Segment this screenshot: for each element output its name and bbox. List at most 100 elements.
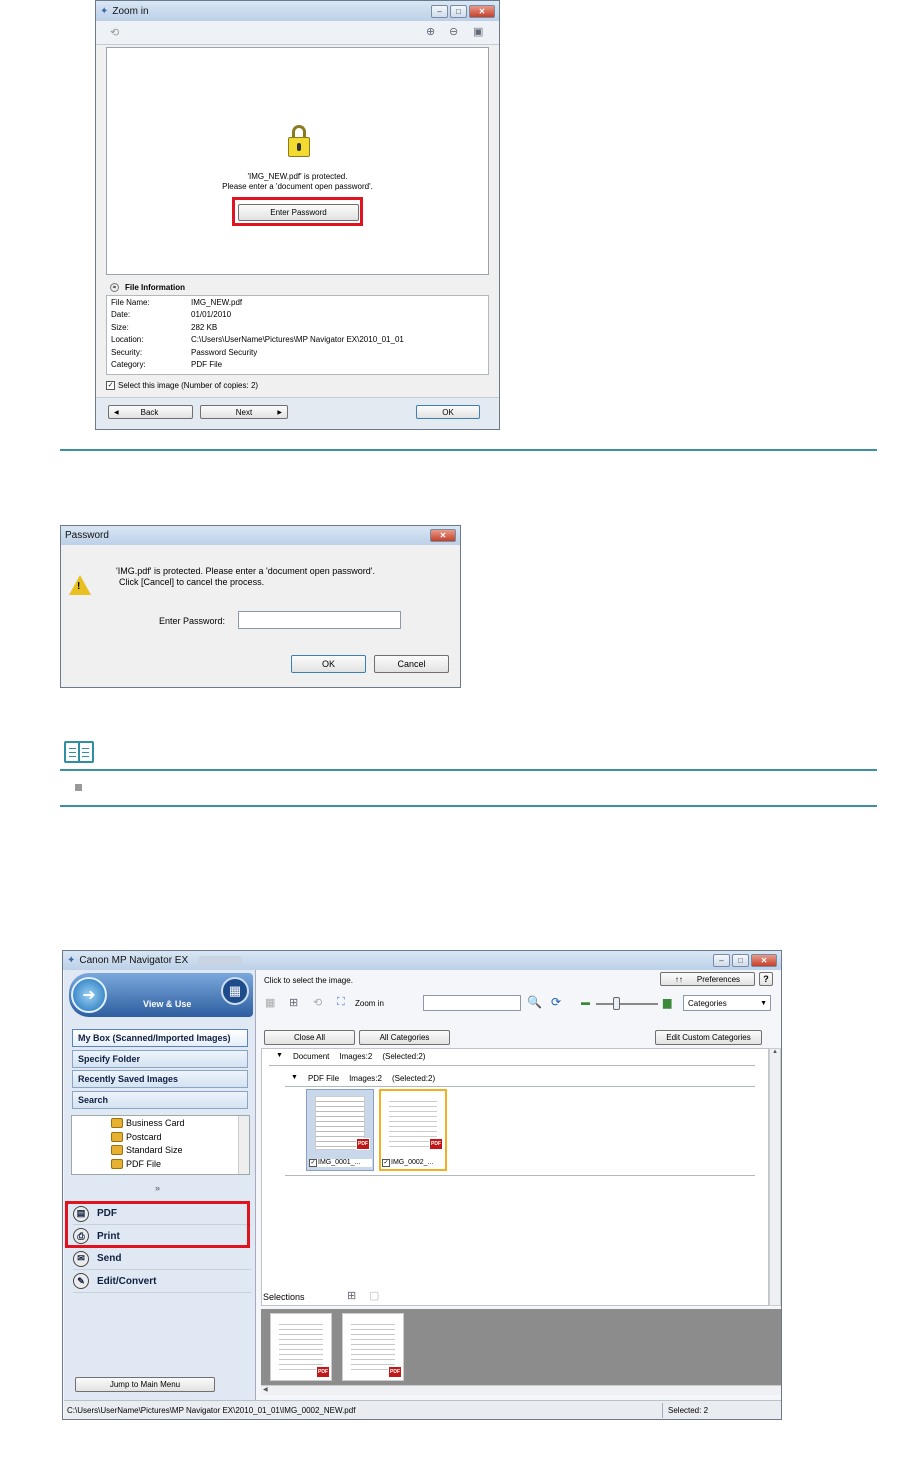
navigator-logo-icon: ➜: [71, 977, 107, 1013]
sidebar-item-1[interactable]: Specify Folder: [72, 1049, 248, 1068]
categories-dropdown[interactable]: Categories ▼: [683, 995, 771, 1011]
group-document[interactable]: ▼ Document Images:2 (Selected:2): [276, 1052, 425, 1061]
slider-thumb[interactable]: [613, 997, 620, 1010]
preferences-label: Preferences: [696, 974, 741, 984]
edit-custom-categories-button[interactable]: Edit Custom Categories: [655, 1030, 762, 1045]
dialog-message-2: Click [Cancel] to cancel the process.: [119, 577, 265, 587]
selections-tray: [261, 1309, 781, 1385]
checkbox-checked-icon[interactable]: ✓: [309, 1159, 317, 1167]
close-button[interactable]: ✕: [469, 4, 495, 18]
grid-view-icon[interactable]: ⊞: [289, 996, 298, 1009]
file-info-label: Security:: [111, 347, 143, 357]
note-divider-bottom: [60, 805, 877, 807]
nav-close-button[interactable]: ✕: [751, 954, 777, 967]
help-button[interactable]: ?: [759, 972, 773, 986]
expand-tasks-icon[interactable]: »: [155, 1183, 160, 1193]
selections-label: Selections: [263, 1292, 305, 1302]
tree-item[interactable]: PDF File: [111, 1158, 161, 1169]
expand-document-icon[interactable]: ▼: [276, 1052, 283, 1061]
password-input[interactable]: [238, 611, 401, 629]
tree-item[interactable]: Postcard: [111, 1131, 162, 1142]
status-path: C:\Users\UserName\Pictures\MP Navigator …: [67, 1406, 356, 1415]
folder-icon: [111, 1145, 123, 1155]
file-info-row: Category: PDF File: [111, 360, 486, 369]
image-list-scrollbar[interactable]: ▲: [769, 1048, 781, 1306]
horizontal-scrollbar[interactable]: ◀: [261, 1385, 781, 1395]
ok-button[interactable]: OK: [416, 405, 480, 419]
selection-thumb-2[interactable]: PDF: [342, 1313, 404, 1381]
refresh-icon[interactable]: ⟳: [551, 995, 561, 1009]
checkbox-checked-icon[interactable]: ✓: [382, 1159, 390, 1167]
file-info-row: Security: Password Security: [111, 348, 486, 357]
thumbnail-view-icon[interactable]: ▦: [265, 996, 275, 1009]
close-all-button[interactable]: Close All: [264, 1030, 355, 1045]
hint-text: Click to select the image.: [264, 976, 353, 985]
section-divider-1: [60, 449, 877, 451]
group-pdf[interactable]: ▼ PDF File Images:2 (Selected:2): [291, 1074, 435, 1083]
tree-item[interactable]: Business Card: [111, 1118, 185, 1128]
file-info-value: Password Security: [191, 347, 258, 357]
nav-maximize-button[interactable]: □: [732, 954, 749, 967]
task-edit-convert[interactable]: ✎ Edit/Convert: [73, 1271, 251, 1293]
jump-main-menu-button[interactable]: Jump to Main Menu: [75, 1377, 215, 1392]
selections-single-icon[interactable]: ▢: [369, 1289, 379, 1302]
nav-minimize-button[interactable]: –: [713, 954, 730, 967]
sidebar-item-3[interactable]: Search: [72, 1090, 248, 1109]
preview-area: [106, 47, 489, 275]
note-bullet-icon: [75, 784, 82, 791]
checkbox-checked-icon[interactable]: ✓: [106, 381, 115, 390]
all-categories-button[interactable]: All Categories: [359, 1030, 450, 1045]
dialog-ok-button[interactable]: OK: [291, 655, 366, 673]
rotate-icon[interactable]: ⟲: [110, 26, 119, 39]
tree-scrollbar[interactable]: [238, 1116, 249, 1174]
tree-item[interactable]: Standard Size: [111, 1145, 183, 1155]
expand-pdf-icon[interactable]: ▼: [291, 1074, 298, 1083]
zoom-toolbar: ⟲ ⊕ ⊖ ▣: [96, 21, 499, 45]
lock-icon: [288, 125, 310, 159]
selection-thumb-1[interactable]: PDF: [270, 1313, 332, 1381]
search-icon[interactable]: 🔍: [527, 995, 542, 1009]
dialog-cancel-button[interactable]: Cancel: [374, 655, 449, 673]
minimize-button[interactable]: –: [431, 4, 448, 18]
collapse-icon[interactable]: ≈: [110, 282, 119, 292]
password-dialog: Password ✕ ! 'IMG.pdf' is protected. Ple…: [60, 525, 461, 688]
navigator-window: ✦ Canon MP Navigator EX – □ ✕ ➜ View & Us…: [62, 950, 782, 1420]
task-send[interactable]: ✉ Send: [73, 1248, 251, 1270]
zoom-in-view-icon[interactable]: ⛶: [337, 996, 345, 1009]
rotate-view-icon[interactable]: ⟲: [313, 996, 322, 1009]
pdf-badge-icon: PDF: [316, 1366, 330, 1378]
task-label: Send: [97, 1253, 122, 1264]
chevron-down-icon: ▼: [760, 999, 767, 1007]
view-use-banner: ➜ View & Use ▦: [69, 973, 253, 1017]
select-image-label: Select this image (Number of copies: 2): [118, 381, 259, 390]
preferences-button[interactable]: ↑↑ Preferences: [660, 972, 755, 986]
highlight-pdf-print: [65, 1201, 250, 1248]
select-image-checkbox[interactable]: ✓ Select this image (Number of copies: 2…: [106, 381, 258, 390]
thumbnail-2[interactable]: PDF ✓ IMG_0002_...: [379, 1089, 447, 1171]
zoom-in-icon[interactable]: ⊕: [426, 25, 435, 38]
protected-message-2: Please enter a 'document open password'.: [222, 182, 373, 191]
thumbnail-size-slider[interactable]: [596, 1003, 658, 1005]
zoom-out-icon[interactable]: ⊖: [449, 25, 458, 38]
group-pdf-images: Images:2: [349, 1074, 382, 1083]
back-button[interactable]: ◀ Back: [108, 405, 193, 419]
sidebar-item-0[interactable]: My Box (Scanned/Imported Images): [72, 1029, 248, 1047]
protected-message-1: 'IMG_NEW.pdf' is protected.: [247, 172, 348, 181]
dialog-close-button[interactable]: ✕: [430, 529, 456, 542]
next-button[interactable]: Next ▶: [200, 405, 288, 419]
selections-grid-icon[interactable]: ⊞: [347, 1289, 356, 1302]
file-info-label: Size:: [111, 322, 129, 332]
thumbnail-2-label: IMG_0002_...: [391, 1159, 434, 1166]
search-box[interactable]: [423, 995, 521, 1011]
zoom-in-titlebar: ✦ Zoom in – □ ✕: [96, 1, 499, 21]
sidebar-item-2[interactable]: Recently Saved Images: [72, 1070, 248, 1088]
maximize-button[interactable]: □: [450, 4, 467, 18]
thumbnail-2-caption[interactable]: ✓ IMG_0002_...: [382, 1159, 444, 1167]
zoom-in-label[interactable]: Zoom in: [355, 999, 384, 1008]
thumbnail-1[interactable]: PDF ✓ IMG_0001_...: [306, 1089, 374, 1171]
folder-icon: [111, 1131, 123, 1142]
view-toolbar: ▦ ⊞ ⟲ ⛶ Zoom in 🔍 ⟳ ▬ ▆ Categories ▼: [261, 993, 781, 1015]
warning-exclaim: !: [77, 581, 81, 592]
thumbnail-1-caption[interactable]: ✓ IMG_0001_...: [309, 1159, 372, 1167]
fit-icon[interactable]: ▣: [473, 25, 483, 38]
